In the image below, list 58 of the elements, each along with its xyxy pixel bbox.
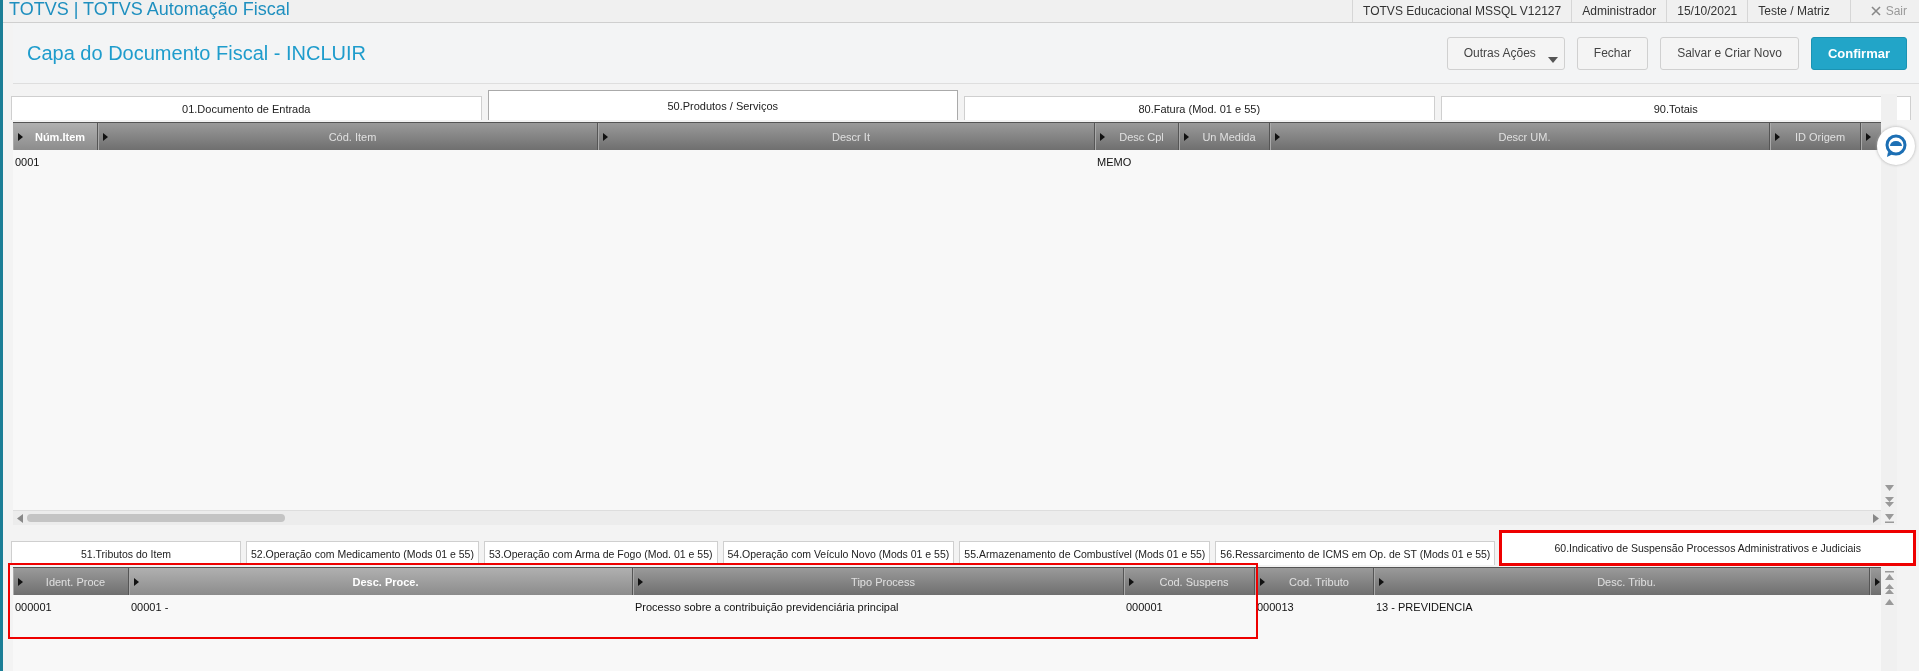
tab[interactable]: 90.Totais: [1440, 96, 1911, 120]
scroll-right-icon[interactable]: [1873, 513, 1879, 523]
arrow-icon: [603, 132, 608, 141]
session-info: 15/10/2021: [1666, 0, 1748, 22]
tab[interactable]: 56.Ressarcimento de ICMS em Op. de ST (Mods 01 e 55): [1215, 541, 1496, 565]
arrow-icon: [1775, 132, 1780, 141]
exit-button[interactable]: Sair: [1849, 0, 1919, 22]
close-icon: [1870, 6, 1881, 16]
arrow-icon: [638, 577, 643, 586]
scroll-start-icon[interactable]: [1884, 571, 1894, 580]
page-title: Capa do Documento Fiscal - INCLUIR: [27, 41, 366, 65]
confirm-button[interactable]: Confirmar: [1810, 36, 1907, 70]
arrow-icon: [1260, 577, 1265, 586]
arrow-icon: [1866, 132, 1871, 141]
arrow-icon: [1184, 132, 1189, 141]
session-info: Teste / Matriz: [1747, 0, 1840, 22]
scroll-end-icon[interactable]: [1884, 514, 1894, 523]
column-header[interactable]: Núm.Item: [13, 123, 98, 150]
table-cell: 0001: [15, 156, 40, 168]
scrollbar-thumb[interactable]: [27, 514, 285, 522]
scroll-up-icon[interactable]: [1884, 599, 1894, 605]
app-title: TOTVS | TOTVS Automação Fiscal: [8, 0, 290, 19]
table-cell: 000013: [1257, 601, 1294, 613]
session-info: TOTVS Educacional MSSQL V12127: [1352, 0, 1572, 22]
table-cell: 000001: [15, 601, 52, 613]
column-header[interactable]: Desc. Proce.: [129, 568, 633, 595]
caret-icon: [1547, 56, 1558, 63]
tab[interactable]: 54.Operação com Veículo Novo (Mods 01 e 55): [722, 541, 955, 565]
arrow-icon: [1275, 132, 1280, 141]
session-info: Administrador: [1571, 0, 1667, 22]
chat-button[interactable]: [1877, 127, 1915, 165]
tab[interactable]: 52.Operação com Medicamento (Mods 01 e 55): [246, 541, 479, 565]
tab[interactable]: 50.Produtos / Serviços: [487, 90, 958, 120]
table-cell: 13 - PREVIDENCIA: [1376, 601, 1473, 613]
table-cell: Processo sobre a contribuição previdenciária principal: [635, 601, 899, 613]
action-button[interactable]: Fechar: [1576, 36, 1649, 70]
arrow-icon: [1875, 577, 1880, 586]
arrow-icon: [1100, 132, 1105, 141]
tab[interactable]: 51.Tributos do Item: [11, 541, 241, 565]
arrow-icon: [18, 577, 23, 586]
arrow-icon: [1129, 577, 1134, 586]
actions-menu-button[interactable]: Outras Ações: [1446, 36, 1565, 70]
tab[interactable]: 55.Armazenamento de Combustível (Mods 01 e 55): [959, 541, 1211, 565]
tab[interactable]: 01.Documento de Entrada: [11, 96, 482, 120]
action-button[interactable]: Salvar e Criar Novo: [1660, 36, 1799, 70]
tab[interactable]: 60.Indicativo de Suspensão Processos Administrativos e Judiciais: [1500, 531, 1915, 565]
arrow-icon: [18, 132, 23, 141]
table-cell: 00001 -: [131, 601, 169, 613]
chat-icon: [1884, 134, 1908, 158]
scroll-left-icon[interactable]: [17, 513, 23, 523]
tab[interactable]: 80.Fatura (Mod. 01 e 55): [964, 96, 1435, 120]
table-cell: 000001: [1126, 601, 1163, 613]
arrow-icon: [1379, 577, 1384, 586]
scroll-down-icon[interactable]: [1884, 485, 1894, 491]
arrow-icon: [134, 577, 139, 586]
arrow-icon: [103, 132, 108, 141]
tab[interactable]: 53.Operação com Arma de Fogo (Mod. 01 e 55): [483, 541, 718, 565]
table-cell: MEMO: [1097, 156, 1132, 168]
